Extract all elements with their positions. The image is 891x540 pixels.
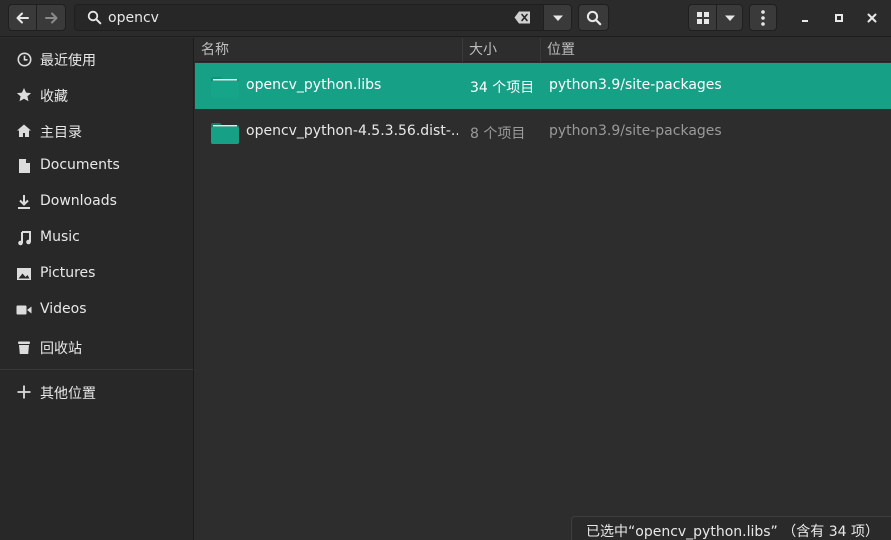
file-location: python3.9/site-packages (549, 123, 722, 139)
sidebar-item-home[interactable]: 主目录 (0, 114, 193, 148)
chevron-down-icon (724, 15, 735, 21)
trash-icon (16, 339, 32, 355)
sidebar-item-videos[interactable]: Videos (0, 293, 193, 327)
sidebar-item-label: Pictures (40, 265, 96, 281)
chevron-down-icon (552, 15, 563, 21)
sidebar-item-label: Music (40, 229, 80, 245)
table-row[interactable]: opencv_python-4.5.3.56.dist-... 8 个项目 py… (195, 109, 891, 155)
search-icon (586, 10, 601, 25)
view-mode-button[interactable] (688, 4, 717, 31)
sidebar-item-pictures[interactable]: Pictures (0, 257, 193, 291)
search-input[interactable] (108, 8, 508, 28)
backspace-clear-icon[interactable] (514, 11, 531, 28)
sidebar-item-label: Documents (40, 157, 120, 173)
column-header-name[interactable]: 名称 (195, 38, 463, 62)
sidebar-item-downloads[interactable]: Downloads (0, 185, 193, 219)
sidebar: 最近使用 收藏 主目录 Documents Downloads Music Pi… (0, 38, 194, 540)
sidebar-item-trash[interactable]: 回收站 (0, 330, 193, 364)
arrow-right-icon (45, 12, 58, 23)
search-toggle-button[interactable] (578, 4, 609, 31)
file-size: 8 个项目 (470, 126, 526, 142)
file-name: opencv_python.libs (246, 77, 382, 93)
main-menu-button[interactable] (749, 4, 777, 31)
close-icon (867, 13, 877, 23)
sidebar-item-other-locations[interactable]: 其他位置 (0, 375, 193, 409)
column-header-size[interactable]: 大小 (463, 38, 541, 62)
minimize-button[interactable] (795, 8, 815, 28)
view-options-button[interactable] (716, 4, 743, 31)
download-icon (16, 194, 32, 210)
sidebar-separator (0, 369, 193, 370)
sidebar-item-label: 其他位置 (40, 386, 96, 402)
video-icon (16, 302, 32, 318)
table-row[interactable]: opencv_python.libs 34 个项目 python3.9/site… (195, 63, 891, 109)
forward-button[interactable] (36, 4, 66, 31)
sidebar-item-label: 最近使用 (40, 53, 96, 69)
arrow-left-icon (16, 12, 29, 23)
column-header-location[interactable]: 位置 (541, 38, 891, 62)
music-icon (16, 230, 32, 246)
file-location: python3.9/site-packages (549, 77, 722, 93)
clock-icon (16, 51, 32, 67)
search-options-button[interactable] (543, 4, 572, 31)
maximize-button[interactable] (829, 8, 849, 28)
plus-icon (16, 384, 32, 400)
sidebar-item-recent[interactable]: 最近使用 (0, 42, 193, 76)
close-button[interactable] (862, 8, 882, 28)
grid-view-icon (696, 11, 709, 24)
maximize-icon (835, 14, 843, 22)
header-bar (0, 0, 891, 37)
sidebar-item-label: 主目录 (40, 125, 82, 141)
search-field[interactable] (74, 4, 544, 31)
folder-icon (211, 76, 239, 102)
star-icon (16, 87, 32, 103)
selection-status: 已选中“opencv_python.libs” （含有 34 项） (571, 516, 891, 540)
sidebar-item-starred[interactable]: 收藏 (0, 78, 193, 112)
minimize-icon (802, 20, 808, 22)
sidebar-item-documents[interactable]: Documents (0, 149, 193, 183)
search-icon (87, 10, 102, 29)
home-icon (16, 123, 32, 139)
vertical-ellipsis-icon (761, 9, 765, 26)
document-icon (16, 158, 32, 174)
sidebar-item-music[interactable]: Music (0, 221, 193, 255)
sidebar-item-label: Downloads (40, 193, 117, 209)
file-size: 34 个项目 (470, 80, 535, 96)
sidebar-item-label: 回收站 (40, 341, 82, 357)
folder-icon (211, 122, 239, 148)
back-button[interactable] (8, 4, 37, 31)
sidebar-item-label: Videos (40, 301, 87, 317)
file-list: 名称 大小 位置 opencv_python.libs 34 个项目 pytho… (195, 38, 891, 540)
sidebar-item-label: 收藏 (40, 89, 68, 105)
column-header-row: 名称 大小 位置 (195, 38, 891, 62)
file-name: opencv_python-4.5.3.56.dist-... (246, 123, 458, 139)
picture-icon (16, 266, 32, 282)
